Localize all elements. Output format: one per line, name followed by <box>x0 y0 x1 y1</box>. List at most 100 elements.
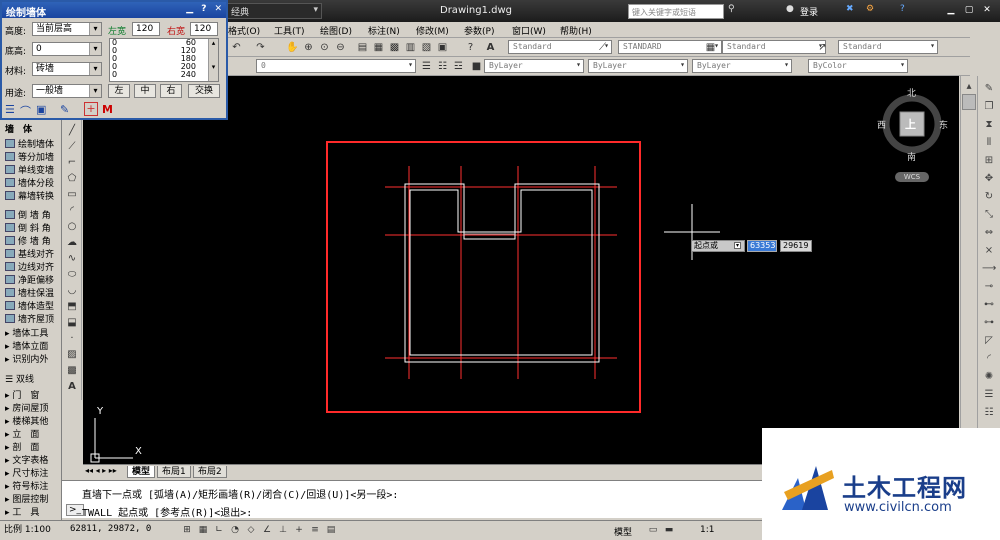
array-icon[interactable]: ⊞ <box>982 154 996 168</box>
line-icon[interactable]: ╱ <box>65 124 79 138</box>
revcloud-icon[interactable]: ☁ <box>65 236 79 250</box>
help-search-input[interactable]: 键入关键字或短语 <box>628 4 724 19</box>
help-book-icon[interactable]: ? <box>464 41 477 54</box>
menu-item-dimension[interactable]: 标注(N) <box>368 24 400 37</box>
tool-baseline-align[interactable]: 基线对齐 <box>0 249 62 262</box>
color-swatch-icon[interactable]: ■ <box>470 60 483 73</box>
move-icon[interactable]: ✥ <box>982 172 996 186</box>
linetype-select[interactable]: ByLayer <box>588 59 688 73</box>
wall-group-title[interactable]: 墙 体 <box>0 124 62 137</box>
lineweight-icon[interactable]: ≡ <box>308 523 322 537</box>
quick-view-layouts-icon[interactable]: ▭ <box>646 523 660 537</box>
multileader-style-icon[interactable]: ↗ <box>816 41 829 54</box>
snap-icon[interactable]: ⊞ <box>180 523 194 537</box>
tool-divide-wall[interactable]: 等分加墙 <box>0 152 62 165</box>
color-select[interactable]: ByLayer <box>484 59 584 73</box>
menu-item-parameter[interactable]: 参数(P) <box>464 24 494 37</box>
sheet-set-icon[interactable]: ▥ <box>404 41 417 54</box>
base-select[interactable]: 0 <box>32 42 102 56</box>
ellipse-arc-icon[interactable]: ◡ <box>65 284 79 298</box>
command-input[interactable]: TWALL 起点或 [参考点(R)]<退出>: <box>82 504 252 519</box>
align-center-button[interactable]: 中 <box>134 84 156 98</box>
align-left-button[interactable]: 左 <box>108 84 130 98</box>
tool-insulation[interactable]: 墙柱保温 <box>0 288 62 301</box>
material-select[interactable]: 砖墙 <box>32 62 102 76</box>
layer-select[interactable]: 0 <box>256 59 416 73</box>
model-space-label[interactable]: 模型 <box>614 525 632 538</box>
scale-icon[interactable]: ⤡ <box>982 208 996 222</box>
dynamic-input-y[interactable]: 29619 <box>780 240 812 252</box>
height-select[interactable]: 当前层高 <box>32 22 102 36</box>
arc-wall-mode-icon[interactable]: ⌒ <box>20 103 31 119</box>
insert-block-icon[interactable]: ⬒ <box>65 300 79 314</box>
mtext-icon[interactable]: A <box>65 380 79 394</box>
ellipse-icon[interactable]: ⬭ <box>65 268 79 282</box>
section-stairs[interactable]: ▸ 楼梯其他 <box>0 416 62 429</box>
tool-curtain-wall[interactable]: 幕墙转换 <box>0 191 62 204</box>
fillet-icon[interactable]: ◜ <box>982 352 996 366</box>
drawing-canvas[interactable]: Y X 北 南 东 西 上 WCS <box>83 76 959 464</box>
list-item[interactable]: 0 200 <box>110 63 218 71</box>
zoom-realtime-icon[interactable]: ⊕ <box>302 41 315 54</box>
section-room-roof[interactable]: ▸ 房间屋顶 <box>0 403 62 416</box>
grid-icon[interactable]: ▦ <box>196 523 210 537</box>
tool-line-to-wall[interactable]: 单线变墙 <box>0 165 62 178</box>
tool-wall-to-roof[interactable]: 墙齐屋顶 <box>0 314 62 327</box>
maximize-icon[interactable]: ▢ <box>962 3 976 17</box>
tool-repair-corner[interactable]: 修 墙 角 <box>0 236 62 249</box>
login-link[interactable]: 登录 <box>800 5 818 18</box>
usage-select[interactable]: 一般墙 <box>32 84 102 98</box>
tool-wall-shape[interactable]: 墙体造型 <box>0 301 62 314</box>
break-icon[interactable]: ⊷ <box>982 298 996 312</box>
section-double-line[interactable]: ☰ 双线 <box>0 374 62 387</box>
copy-icon[interactable]: ❐ <box>982 100 996 114</box>
section-section[interactable]: ▸ 剖 面 <box>0 442 62 455</box>
connect-icon[interactable]: ⚙ <box>866 4 874 14</box>
plotstyle-select[interactable]: ByColor <box>808 59 908 73</box>
calculator-icon[interactable]: ▣ <box>436 41 449 54</box>
exchange-icon[interactable]: ✖ <box>846 4 854 14</box>
layers-icon[interactable]: ☰ <box>982 388 996 402</box>
tool-edge-align[interactable]: 边线对齐 <box>0 262 62 275</box>
tool-offset-distance[interactable]: 净距偏移 <box>0 275 62 288</box>
qp-icon[interactable]: ▤ <box>324 523 338 537</box>
tool-identify-inner-outer[interactable]: ▸ 识别内外 <box>0 354 62 367</box>
menu-item-help[interactable]: 帮助(H) <box>560 24 592 37</box>
section-tools[interactable]: ▸ 工 具 <box>0 507 62 520</box>
pan-icon[interactable]: ✋ <box>286 41 299 54</box>
close-icon[interactable]: ✕ <box>980 3 994 17</box>
list-item[interactable]: 0 120 <box>110 47 218 55</box>
wcs-menu[interactable]: WCS <box>895 172 929 182</box>
snap-target-icon[interactable]: + <box>84 102 98 116</box>
construction-line-icon[interactable]: ⟋ <box>65 140 79 154</box>
tab-model[interactable]: 模型 <box>127 466 156 478</box>
join-icon[interactable]: ⊶ <box>982 316 996 330</box>
tool-chamfer-wall[interactable]: 倒 斜 角 <box>0 223 62 236</box>
dyn-icon[interactable]: + <box>292 523 306 537</box>
tool-draw-wall[interactable]: 绘制墙体 <box>0 139 62 152</box>
mirror-icon[interactable]: ⧗ <box>982 118 996 132</box>
pick-icon[interactable]: ✎ <box>60 103 69 116</box>
rectangle-icon[interactable]: ▭ <box>65 188 79 202</box>
help-icon[interactable]: ? <box>900 4 905 14</box>
right-width-input[interactable]: 120 <box>190 22 218 36</box>
trim-icon[interactable]: ⨯ <box>982 244 996 258</box>
polyline-icon[interactable]: ⌐ <box>65 156 79 170</box>
tool-wall-tools[interactable]: ▸ 墙体工具 <box>0 328 62 341</box>
binoculars-icon[interactable]: ⚲ <box>728 4 735 14</box>
dynamic-input-x[interactable]: 63353 <box>747 240 777 252</box>
table-style-select[interactable]: Standard <box>722 40 826 54</box>
tool-wall-segment[interactable]: 墙体分段 <box>0 178 62 191</box>
zoom-previous-icon[interactable]: ⊖ <box>334 41 347 54</box>
menu-item-modify[interactable]: 修改(M) <box>416 24 449 37</box>
section-dimension[interactable]: ▸ 尺寸标注 <box>0 468 62 481</box>
collapse-icon[interactable]: ▁ <box>186 4 193 14</box>
swap-button[interactable]: 交换 <box>188 84 220 98</box>
rotate-icon[interactable]: ↻ <box>982 190 996 204</box>
tool-wall-elevation[interactable]: ▸ 墙体立面 <box>0 341 62 354</box>
tab-layout2[interactable]: 布局2 <box>193 466 227 478</box>
width-list[interactable]: 0 60 0 120 0 180 0 200 0 240 ▴ ▾ <box>109 38 219 82</box>
left-width-input[interactable]: 120 <box>132 22 160 36</box>
osnap-icon[interactable]: ◇ <box>244 523 258 537</box>
viewcube-face-label[interactable]: 上 <box>905 116 916 132</box>
